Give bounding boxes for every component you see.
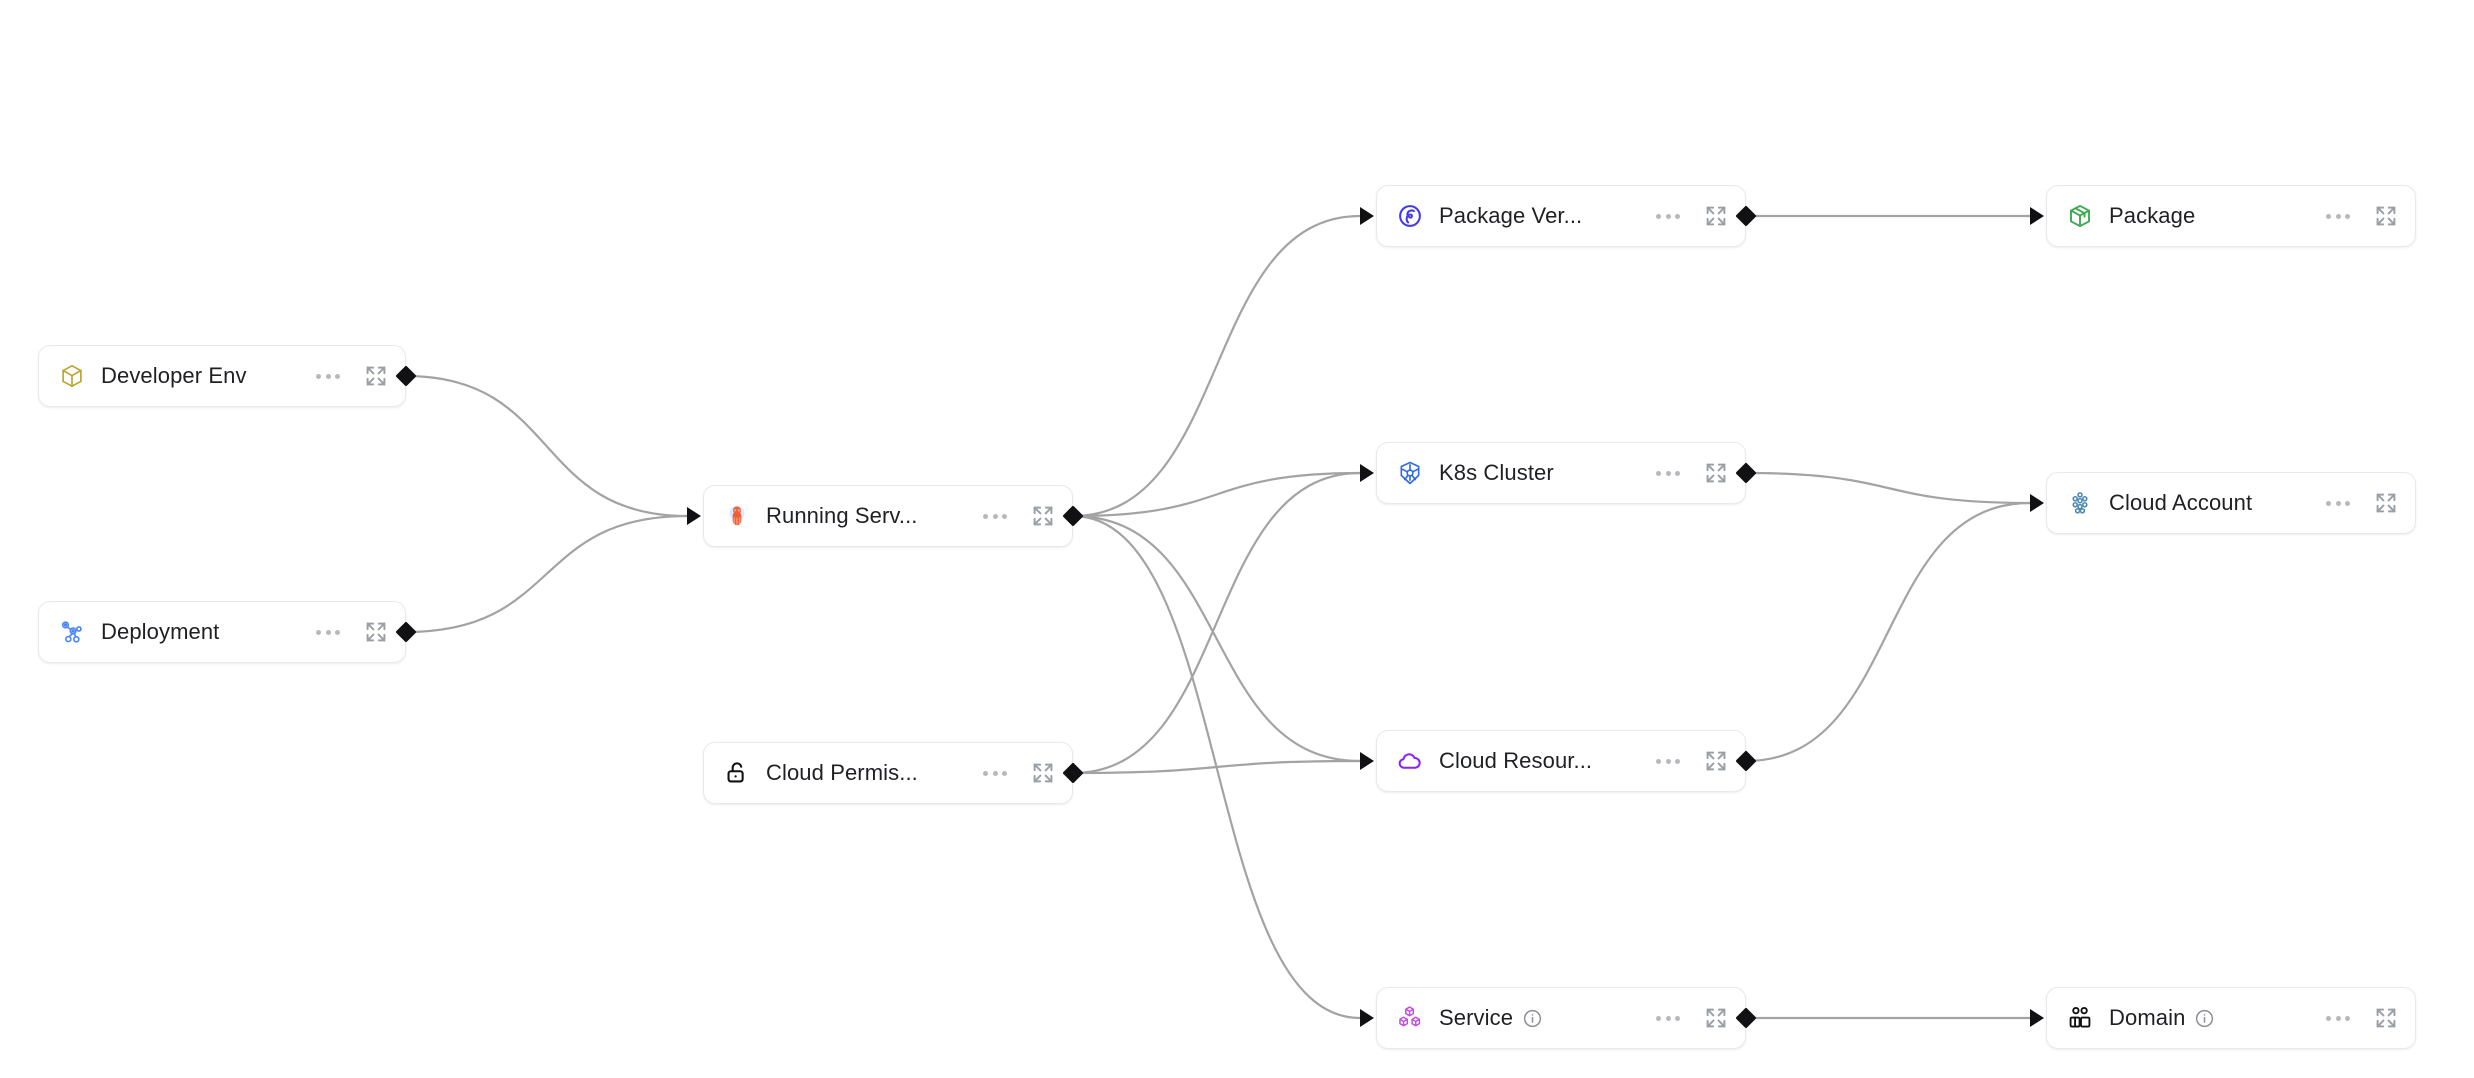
graph-edge-running-service--service — [1072, 514, 1361, 1020]
graph-node-service[interactable]: Service — [1376, 987, 1746, 1049]
target-arrow-cloud-account — [2030, 494, 2044, 512]
graph-edge-deployment--running-service — [405, 514, 688, 634]
graph-node-cloud-permissions[interactable]: Cloud Permis... — [703, 742, 1073, 804]
node-more-options-icon[interactable] — [2324, 208, 2352, 225]
edge-layer — [405, 214, 2031, 1020]
node-more-options-icon[interactable] — [1654, 753, 1682, 770]
graph-node-k8s-cluster[interactable]: K8s Cluster — [1376, 442, 1746, 504]
node-more-options-icon[interactable] — [314, 624, 342, 641]
target-arrow-k8s-cluster — [1360, 464, 1374, 482]
expand-icon[interactable] — [1031, 761, 1055, 785]
graph-node-cloud-account[interactable]: Cloud Account — [2046, 472, 2416, 534]
node-more-options-icon[interactable] — [981, 765, 1009, 782]
graph-node-package-version[interactable]: Package Ver... — [1376, 185, 1746, 247]
target-arrow-running-service — [687, 507, 701, 525]
target-arrow-package-version — [1360, 207, 1374, 225]
cloud-outline-icon — [1397, 748, 1423, 774]
graph-edge-running-service--k8s-cluster — [1072, 471, 1361, 518]
node-label: Package Ver... — [1439, 203, 1583, 228]
unlocked-padlock-icon — [724, 760, 750, 786]
node-more-options-icon[interactable] — [2324, 1010, 2352, 1027]
node-label: Package — [2109, 203, 2196, 228]
running-service-icon — [724, 503, 750, 529]
expand-icon[interactable] — [1704, 749, 1728, 773]
info-icon[interactable] — [2194, 1008, 2215, 1029]
expand-icon[interactable] — [2374, 204, 2398, 228]
node-more-options-icon[interactable] — [1654, 1010, 1682, 1027]
cube-wireframe-icon — [59, 363, 85, 389]
graph-edge-running-service--cloud-resource — [1072, 514, 1361, 763]
node-more-options-icon[interactable] — [981, 508, 1009, 525]
package-version-circle-icon — [1397, 203, 1423, 229]
service-cubes-icon — [1397, 1005, 1423, 1031]
node-more-options-icon[interactable] — [314, 368, 342, 385]
graph-edge-running-service--package-version — [1072, 214, 1361, 518]
graph-node-running-service[interactable]: Running Serv... — [703, 485, 1073, 547]
graph-edge-k8s-cluster--cloud-account — [1745, 471, 2031, 505]
graph-canvas[interactable]: Developer Env Deployment Running Serv...… — [0, 0, 2474, 1078]
node-label: Cloud Resour... — [1439, 748, 1593, 773]
kubernetes-icon — [1397, 460, 1423, 486]
node-label: Deployment — [101, 619, 220, 644]
expand-icon[interactable] — [1031, 504, 1055, 528]
expand-icon[interactable] — [1704, 1006, 1728, 1030]
cloud-account-cluster-icon — [2067, 490, 2093, 516]
target-arrow-service — [1360, 1009, 1374, 1027]
graph-node-domain[interactable]: Domain — [2046, 987, 2416, 1049]
expand-icon[interactable] — [1704, 461, 1728, 485]
expand-icon[interactable] — [1704, 204, 1728, 228]
node-label: Cloud Permis... — [766, 760, 918, 785]
expand-icon[interactable] — [364, 620, 388, 644]
graph-edge-cloud-resource--cloud-account — [1745, 501, 2031, 763]
graph-edge-cloud-permissions--k8s-cluster — [1072, 471, 1361, 775]
node-more-options-icon[interactable] — [2324, 495, 2352, 512]
expand-icon[interactable] — [2374, 1006, 2398, 1030]
graph-node-developer-env[interactable]: Developer Env — [38, 345, 406, 407]
graph-node-deployment[interactable]: Deployment — [38, 601, 406, 663]
package-box-icon — [2067, 203, 2093, 229]
expand-icon[interactable] — [364, 364, 388, 388]
info-icon[interactable] — [1522, 1008, 1543, 1029]
node-label: Running Serv... — [766, 503, 918, 528]
graph-edge-cloud-permissions--cloud-resource — [1072, 759, 1361, 775]
node-label: Developer Env — [101, 363, 247, 388]
node-label: K8s Cluster — [1439, 460, 1554, 485]
target-arrow-package — [2030, 207, 2044, 225]
node-more-options-icon[interactable] — [1654, 465, 1682, 482]
graph-node-cloud-resource[interactable]: Cloud Resour... — [1376, 730, 1746, 792]
graph-node-package[interactable]: Package — [2046, 185, 2416, 247]
expand-icon[interactable] — [2374, 491, 2398, 515]
deployment-nodes-icon — [59, 619, 85, 645]
target-arrow-cloud-resource — [1360, 752, 1374, 770]
node-label: Cloud Account — [2109, 490, 2253, 515]
domain-people-icon — [2067, 1005, 2093, 1031]
node-more-options-icon[interactable] — [1654, 208, 1682, 225]
node-label: Domain — [2109, 1005, 2186, 1030]
graph-edge-developer-env--running-service — [405, 374, 688, 518]
node-label: Service — [1439, 1005, 1514, 1030]
target-arrow-domain — [2030, 1009, 2044, 1027]
